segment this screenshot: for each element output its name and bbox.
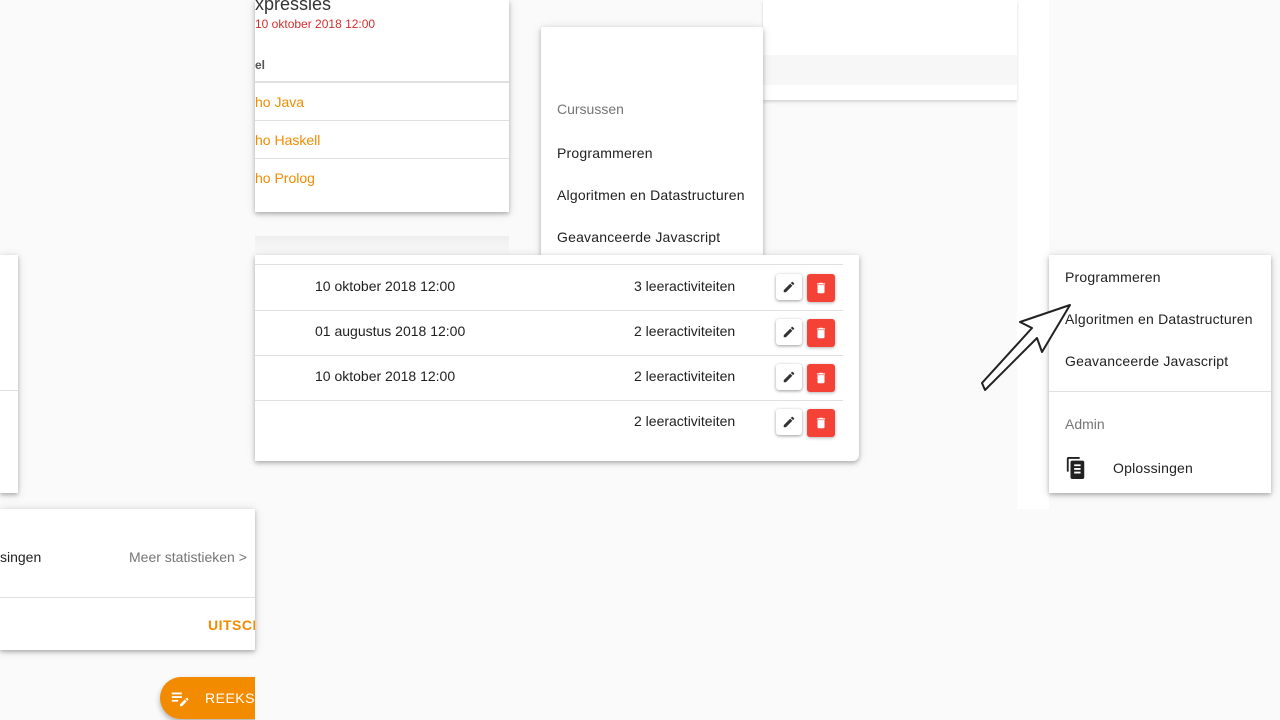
series-table-panel: 10 oktober 2018 12:00 3 leeractiviteiten… bbox=[255, 255, 859, 461]
background-strip-right bbox=[1017, 0, 1049, 509]
series-title: xpressies bbox=[255, 0, 332, 14]
side-navigation-menu: Programmeren Algoritmen en Datastructure… bbox=[1049, 255, 1271, 493]
row-deadline: 10 oktober 2018 12:00 bbox=[315, 278, 456, 294]
background-card-left bbox=[0, 255, 18, 493]
exercise-row[interactable]: ho Java bbox=[255, 81, 509, 121]
exercise-row[interactable]: ho Prolog bbox=[255, 158, 509, 197]
exercise-series-panel: xpressies 10 oktober 2018 12:00 el ho Ja… bbox=[255, 0, 509, 212]
table-row: 2 leeractiviteiten bbox=[255, 400, 843, 445]
admin-header: Admin bbox=[1065, 416, 1105, 432]
row-activities: 2 leeractiviteiten bbox=[634, 323, 736, 339]
delete-button[interactable] bbox=[807, 319, 835, 347]
pencil-icon bbox=[783, 281, 795, 293]
panel-action-button[interactable]: UITSCH bbox=[208, 617, 255, 633]
menu-item-course[interactable]: Geavanceerde Javascript bbox=[557, 229, 751, 245]
statistics-label: singen bbox=[0, 549, 42, 565]
edit-button[interactable] bbox=[776, 319, 802, 345]
side-menu-item-course[interactable]: Algoritmen en Datastructuren bbox=[1065, 311, 1259, 327]
document-icon bbox=[1066, 457, 1085, 479]
row-activities: 2 leeractiviteiten bbox=[634, 368, 736, 384]
trash-icon bbox=[816, 372, 826, 384]
table-row: 10 oktober 2018 12:00 3 leeractiviteiten bbox=[255, 265, 843, 311]
pencil-icon bbox=[783, 326, 795, 338]
delete-button[interactable] bbox=[807, 364, 835, 392]
table-row: 10 oktober 2018 12:00 2 leeractiviteiten bbox=[255, 355, 843, 401]
background-divider bbox=[0, 390, 18, 391]
playlist-edit-icon bbox=[171, 692, 189, 707]
row-activities: 3 leeractiviteiten bbox=[634, 278, 736, 294]
delete-button[interactable] bbox=[807, 274, 835, 302]
menu-divider bbox=[1049, 391, 1271, 392]
trash-icon bbox=[816, 282, 826, 294]
menu-item-oplossingen[interactable]: Oplossingen bbox=[1049, 445, 1271, 489]
background-mask bbox=[255, 660, 285, 720]
row-deadline: 01 augustus 2018 12:00 bbox=[315, 323, 466, 339]
series-deadline: 10 oktober 2018 12:00 bbox=[255, 17, 376, 31]
edit-button[interactable] bbox=[776, 409, 802, 435]
exercise-link[interactable]: ho Haskell bbox=[255, 132, 320, 148]
courses-menu-header: Cursussen bbox=[557, 101, 624, 117]
statistics-panel: singen Meer statistieken > UITSCH bbox=[0, 509, 255, 650]
pencil-icon bbox=[783, 371, 795, 383]
edit-button[interactable] bbox=[776, 274, 802, 300]
edit-button[interactable] bbox=[776, 364, 802, 390]
more-statistics-link[interactable]: Meer statistieken > bbox=[129, 549, 247, 565]
trash-icon bbox=[816, 327, 826, 339]
panel-gap-shadow bbox=[255, 236, 509, 255]
table-row: 01 augustus 2018 12:00 2 leeractiviteite… bbox=[255, 310, 843, 356]
annotation-arrow-icon bbox=[981, 304, 1071, 391]
exercise-row[interactable]: ho Haskell bbox=[255, 120, 509, 159]
exercise-link[interactable]: ho Prolog bbox=[255, 170, 315, 186]
delete-button[interactable] bbox=[807, 409, 835, 437]
column-header: el bbox=[255, 58, 266, 72]
row-activities: 2 leeractiviteiten bbox=[634, 413, 736, 429]
exercise-link[interactable]: ho Java bbox=[255, 94, 304, 110]
background-gap bbox=[763, 0, 1017, 255]
menu-item-course[interactable]: Algoritmen en Datastructuren bbox=[557, 187, 751, 203]
courses-menu: Cursussen Programmeren Algoritmen en Dat… bbox=[541, 27, 763, 255]
side-menu-item-course[interactable]: Geavanceerde Javascript bbox=[1065, 353, 1259, 369]
side-menu-item-course[interactable]: Programmeren bbox=[1065, 269, 1259, 285]
trash-icon bbox=[816, 417, 826, 429]
panel-divider bbox=[0, 597, 255, 598]
row-deadline: 10 oktober 2018 12:00 bbox=[315, 368, 456, 384]
menu-item-label: Oplossingen bbox=[1113, 460, 1194, 476]
menu-item-course[interactable]: Programmeren bbox=[557, 145, 751, 161]
pencil-icon bbox=[783, 416, 795, 428]
